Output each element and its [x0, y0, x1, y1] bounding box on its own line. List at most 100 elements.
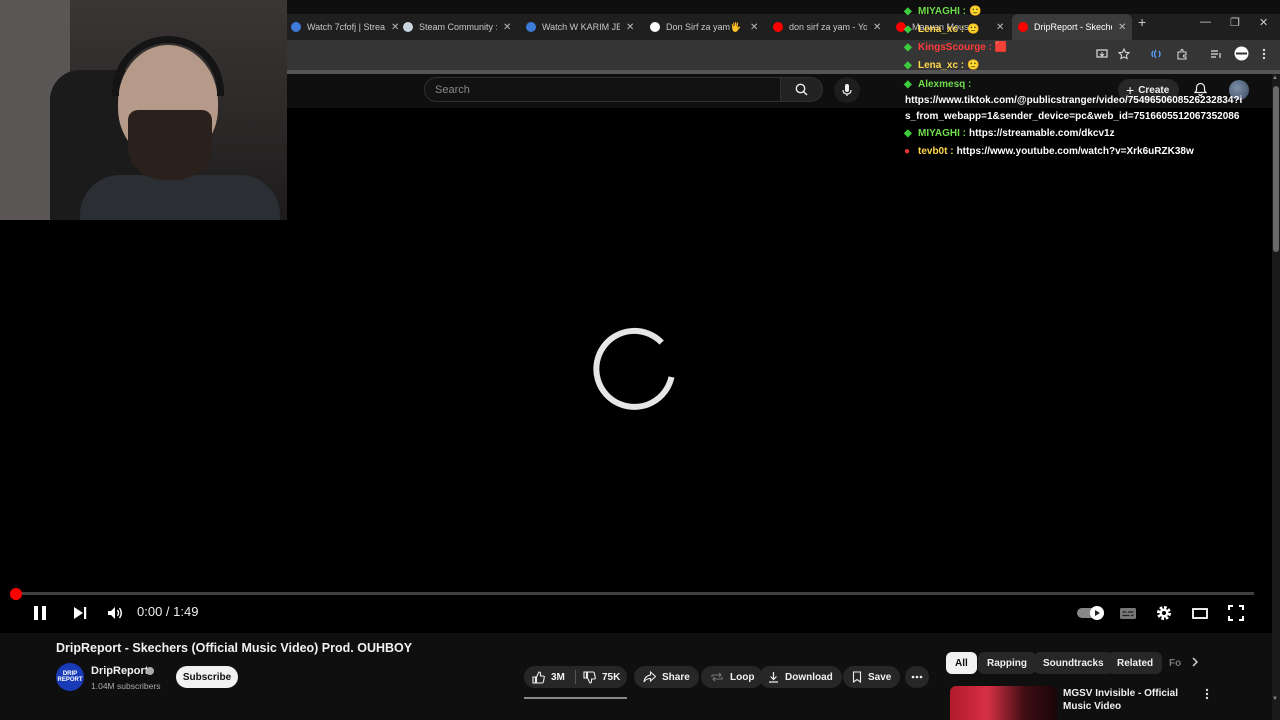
webcam-overlay	[0, 0, 287, 220]
theater-mode-icon	[1192, 607, 1208, 619]
chat-badge-icon: ●	[904, 146, 911, 157]
search-button[interactable]	[781, 77, 823, 102]
recommendation-thumbnail[interactable]	[950, 686, 1057, 720]
tab-title: Don Sirf za yam🖐 -	[666, 21, 744, 32]
headphones-icon	[112, 36, 224, 96]
scroll-down-icon[interactable]: ▼	[1272, 696, 1278, 702]
chat-message: ◆ MIYAGHI : 🙂	[904, 4, 1280, 20]
chat-message: ◆ KingsScourge : 🟥	[904, 40, 1280, 56]
pause-icon	[34, 606, 46, 620]
chat-message: ◆ Lena_xc : 🙂	[904, 22, 1280, 38]
scrubber-handle[interactable]	[10, 588, 22, 600]
tab-favicon-icon	[773, 22, 783, 32]
save-label: Save	[868, 671, 892, 683]
more-horizontal-icon	[911, 675, 923, 679]
tab-favicon-icon	[650, 22, 660, 32]
loading-spinner-icon	[593, 327, 675, 410]
dislike-count: 75K	[602, 671, 621, 683]
loop-icon	[711, 672, 723, 682]
video-title: DripReport - Skechers (Official Music Vi…	[56, 641, 413, 655]
filter-chip[interactable]: Rapping	[978, 652, 1036, 674]
chat-badge-icon: ◆	[904, 42, 912, 53]
volume-icon	[108, 607, 122, 619]
next-button[interactable]	[71, 603, 89, 623]
webcam-body	[80, 175, 280, 220]
browser-tab[interactable]: Don Sirf za yam🖐 - ✕	[644, 14, 766, 40]
browser-tab[interactable]: Watch W KARIM JEHA ✕	[520, 14, 642, 40]
voice-search-button[interactable]	[834, 77, 860, 103]
chat-text: 🙂	[968, 6, 982, 17]
more-actions-button[interactable]	[905, 666, 929, 688]
mute-button[interactable]	[106, 603, 124, 623]
tab-favicon-icon	[526, 22, 536, 32]
chat-text[interactable]: https://www.tiktok.com/@publicstranger/v…	[904, 93, 1244, 125]
fullscreen-button[interactable]	[1226, 603, 1246, 623]
dislike-button[interactable]: 75K	[583, 666, 620, 688]
chat-text[interactable]: https://www.youtube.com/watch?v=Xrk6uRZK…	[957, 144, 1194, 160]
thumbs-up-icon	[532, 670, 545, 684]
chat-username: Lena_xc :	[918, 24, 965, 35]
recommendation-title[interactable]: MGSV Invisible - Official Music Video	[1063, 687, 1198, 713]
like-count: 3M	[551, 671, 565, 683]
progress-bar[interactable]	[16, 592, 1254, 595]
download-button[interactable]: Download	[759, 666, 842, 688]
webcam-beard	[128, 110, 212, 180]
tab-close-icon[interactable]: ✕	[626, 22, 634, 33]
tab-close-icon[interactable]: ✕	[873, 22, 881, 33]
autoplay-toggle-icon	[1077, 606, 1104, 620]
browser-tab[interactable]: Steam Community :: ✕	[397, 14, 519, 40]
recommendation-menu-icon[interactable]	[1205, 688, 1209, 703]
browser-tab[interactable]: Watch 7cfofj | Stream ✕	[285, 14, 407, 40]
filter-chip[interactable]: All	[946, 652, 977, 674]
share-button[interactable]: Share	[634, 666, 699, 688]
channel-name[interactable]: DripReport	[91, 665, 148, 677]
bookmark-icon	[852, 671, 862, 683]
chat-badge-icon: ◆	[904, 128, 912, 139]
settings-button[interactable]	[1154, 603, 1174, 623]
chat-message: ● tevb0t : https://www.youtube.com/watch?v…	[904, 144, 1280, 160]
loop-button[interactable]: Loop	[701, 666, 764, 688]
tab-title: Steam Community ::	[419, 22, 497, 32]
chip-scroll-right-icon[interactable]	[1191, 656, 1199, 670]
theater-mode-button[interactable]	[1190, 603, 1210, 623]
like-divider	[575, 670, 576, 684]
chat-text: 🙂	[967, 24, 980, 35]
gear-icon	[1157, 606, 1171, 620]
chat-text[interactable]: https://streamable.com/dkcv1z	[969, 126, 1115, 142]
subscribe-button[interactable]: Subscribe	[176, 666, 238, 688]
autoplay-toggle[interactable]	[1076, 603, 1106, 623]
search-icon	[795, 83, 808, 96]
tab-title: Watch 7cfofj | Stream	[307, 22, 385, 32]
chat-username: Lena_xc :	[918, 60, 965, 71]
subtitles-button[interactable]	[1118, 603, 1138, 623]
chat-username: MIYAGHI :	[918, 128, 966, 139]
chat-badge-icon: ◆	[904, 60, 912, 71]
chat-username: Alexmesq :	[918, 79, 972, 90]
chat-message: ◆ MIYAGHI : https://streamable.com/dkcv1z	[904, 126, 1280, 142]
chat-badge-icon: ◆	[904, 24, 912, 35]
like-button[interactable]: 3M	[532, 666, 565, 688]
tab-favicon-icon	[403, 22, 413, 32]
time-display: 0:00 / 1:49	[137, 604, 199, 619]
browser-tab[interactable]: don sirf za yam - You ✕	[767, 14, 889, 40]
filter-chip[interactable]: Fo	[1160, 652, 1181, 674]
tab-close-icon[interactable]: ✕	[503, 22, 511, 33]
tab-close-icon[interactable]: ✕	[750, 22, 758, 33]
tab-title: Watch W KARIM JEHA	[542, 22, 620, 32]
filter-chip[interactable]: Related	[1108, 652, 1163, 674]
search-input[interactable]: Search	[424, 77, 781, 102]
chat-text: 🟥	[994, 42, 1008, 53]
download-label: Download	[785, 671, 833, 683]
chat-badge-icon: ◆	[904, 6, 912, 17]
thumbs-down-icon	[583, 670, 596, 684]
pause-button[interactable]	[30, 603, 50, 623]
chat-message: ◆ Alexmesq : https://www.tiktok.com/@publi…	[904, 77, 1280, 125]
verified-badge-icon	[146, 667, 154, 675]
channel-avatar[interactable]: DRIP REPORT	[56, 663, 84, 691]
chat-text: 🙂	[967, 60, 980, 71]
save-button[interactable]: Save	[843, 666, 901, 688]
filter-chip[interactable]: Soundtracks	[1034, 652, 1113, 674]
chat-message: ◆ Lena_xc : 🙂	[904, 58, 1280, 74]
chat-username: tevb0t :	[918, 146, 954, 157]
stream-chat-overlay: ◆ MIYAGHI : 🙂 ◆ Lena_xc : 🙂 ◆ KingsScourge : 🟥 ◆ L…	[904, 0, 1280, 170]
